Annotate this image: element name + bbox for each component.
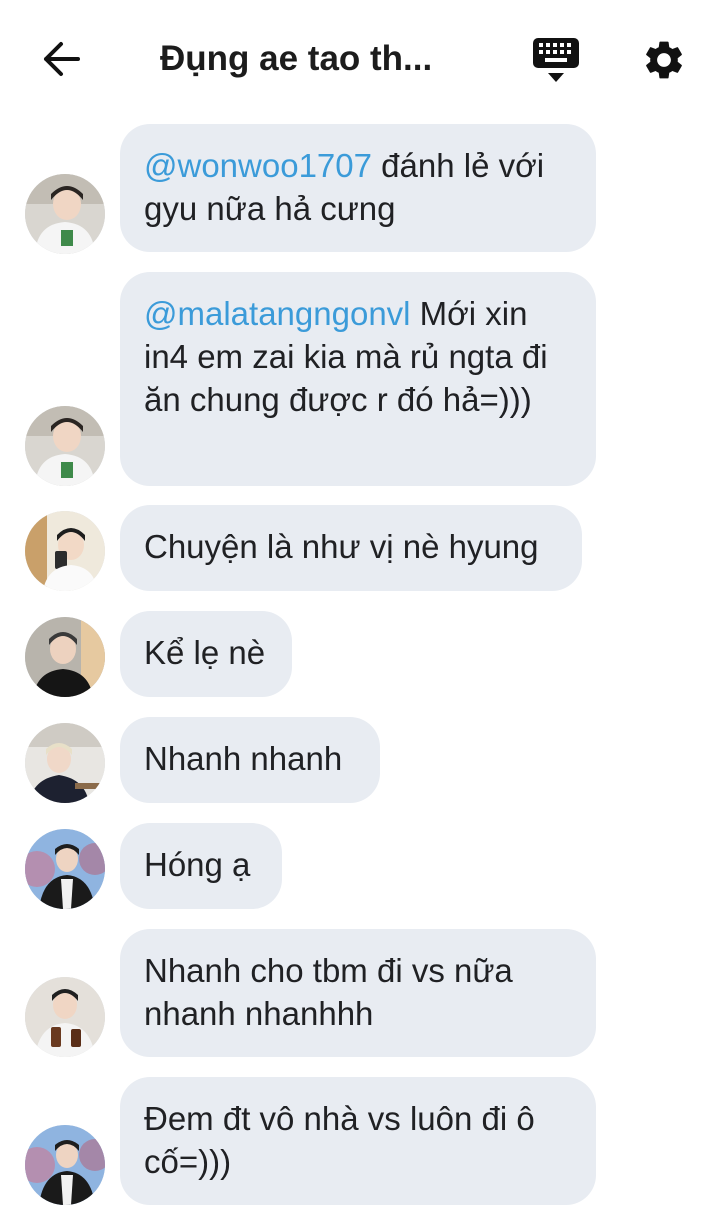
message-text: Kể lẹ nè: [144, 634, 266, 671]
arrow-left-icon: [44, 42, 80, 76]
avatar[interactable]: [25, 511, 105, 591]
message-text: Đem đt vô nhà vs luôn đi ô cố=))): [144, 1100, 535, 1180]
message-text: Nhanh cho tbm đi vs nữa nhanh nhanhhh: [144, 952, 513, 1032]
avatar[interactable]: [25, 723, 105, 803]
avatar[interactable]: [25, 174, 105, 254]
gear-icon: [646, 41, 682, 79]
avatar[interactable]: [25, 829, 105, 909]
message-bubble[interactable]: @wonwoo1707 đánh lẻ với gyu nữa hả cưng: [120, 124, 596, 252]
avatar[interactable]: [25, 977, 105, 1057]
keyboard-button[interactable]: [526, 32, 586, 88]
user-mention[interactable]: @wonwoo1707: [144, 147, 372, 184]
chat-header: Đụng ae tao th...: [0, 0, 716, 118]
settings-button[interactable]: [636, 32, 692, 88]
message-bubble[interactable]: Đem đt vô nhà vs luôn đi ô cố=))): [120, 1077, 596, 1205]
chat-title: Đụng ae tao th...: [160, 39, 433, 78]
message-bubble[interactable]: Kể lẹ nè: [120, 611, 292, 697]
message-bubble[interactable]: Chuyện là như vị nè hyung: [120, 505, 582, 591]
message-bubble[interactable]: Hóng ạ: [120, 823, 282, 909]
message-text: Nhanh nhanh: [144, 740, 343, 777]
message-bubble[interactable]: Nhanh cho tbm đi vs nữa nhanh nhanhhh: [120, 929, 596, 1057]
avatar[interactable]: [25, 617, 105, 697]
avatar[interactable]: [25, 406, 105, 486]
keyboard-icon: [533, 38, 579, 82]
message-bubble[interactable]: @malatangngonvl Mới xin in4 em zai kia m…: [120, 272, 596, 486]
message-text: Chuyện là như vị nè hyung: [144, 528, 539, 565]
message-text: Hóng ạ: [144, 846, 251, 883]
back-button[interactable]: [34, 32, 88, 86]
user-mention[interactable]: @malatangngonvl: [144, 295, 411, 332]
message-bubble[interactable]: Nhanh nhanh: [120, 717, 380, 803]
avatar[interactable]: [25, 1125, 105, 1205]
